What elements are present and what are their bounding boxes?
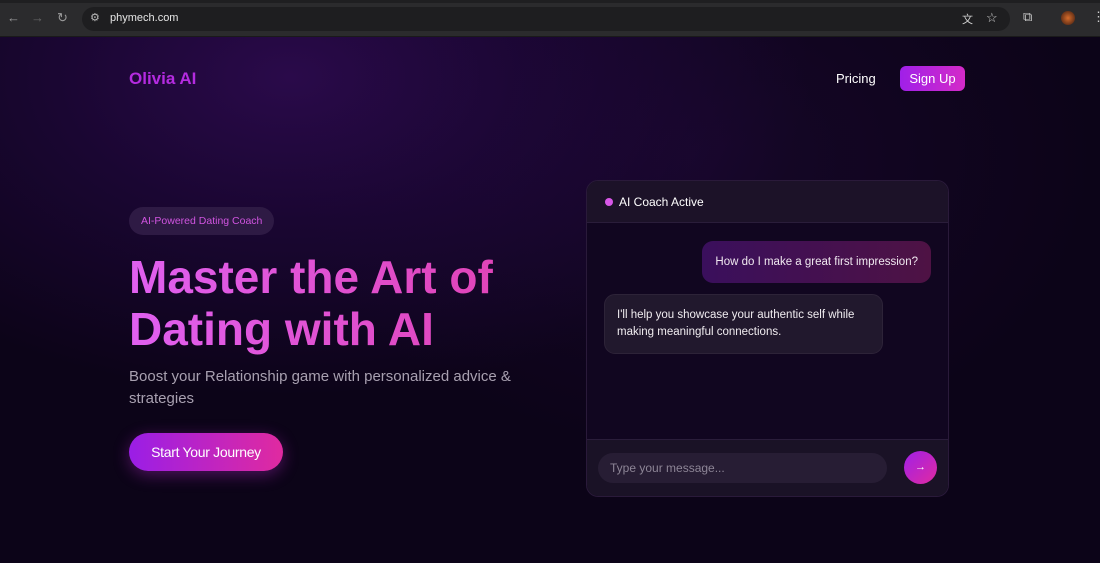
reload-icon[interactable]: ↻ (57, 10, 68, 26)
url-text: phymech.com (110, 12, 179, 24)
page: Olivia AI Pricing Sign Up AI-Powered Dat… (0, 37, 1100, 563)
menu-icon[interactable]: ⋮ (1092, 9, 1100, 25)
address-bar[interactable]: ⚙ phymech.com 文 ☆ (82, 7, 1010, 31)
start-journey-button[interactable]: Start Your Journey (129, 433, 283, 471)
site-info-icon[interactable]: ⚙ (90, 11, 100, 24)
pricing-link[interactable]: Pricing (836, 71, 876, 86)
back-icon[interactable]: ← (7, 10, 20, 25)
hero-title: Master the Art of Dating with AI (129, 251, 549, 355)
chat-input-bar: → (587, 439, 948, 496)
chat-preview-card: AI Coach Active How do I make a great fi… (586, 180, 949, 497)
hero-title-line2: Dating with AI (129, 303, 434, 355)
user-message: How do I make a great first impression? (702, 241, 931, 283)
bookmark-star-icon[interactable]: ☆ (986, 10, 998, 26)
chat-status: AI Coach Active (619, 195, 704, 209)
translate-icon[interactable]: 文 (962, 11, 973, 27)
message-input[interactable] (598, 453, 887, 483)
tab-strip (0, 0, 1100, 3)
profile-avatar[interactable] (1061, 11, 1075, 25)
logo[interactable]: Olivia AI (129, 69, 196, 89)
send-button[interactable]: → (904, 451, 937, 484)
status-dot-icon (605, 198, 613, 206)
hero-badge: AI-Powered Dating Coach (129, 207, 275, 235)
arrow-right-icon: → (915, 461, 926, 473)
extensions-icon[interactable]: ⧉ (1023, 9, 1032, 25)
sign-up-button[interactable]: Sign Up (900, 66, 965, 91)
ai-message: I'll help you showcase your authentic se… (604, 294, 883, 354)
hero-title-line1: Master the Art of (129, 251, 493, 303)
hero-subtitle: Boost your Relationship game with person… (129, 368, 511, 407)
browser-toolbar: ← → ↻ ⚙ phymech.com 文 ☆ ⧉ ⋮ (0, 0, 1100, 37)
chat-header: AI Coach Active (587, 181, 948, 223)
forward-icon[interactable]: → (31, 10, 44, 25)
